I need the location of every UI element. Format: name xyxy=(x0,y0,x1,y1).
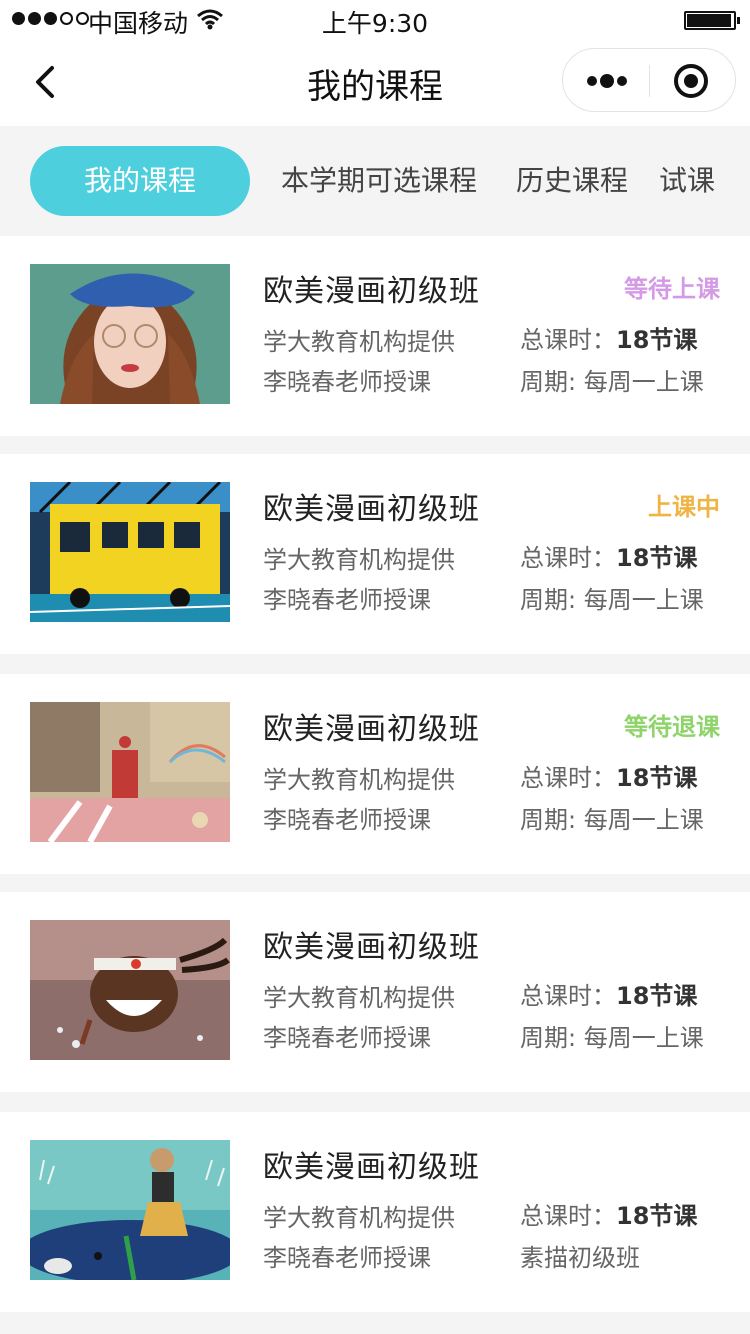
hours-value: 18节课 xyxy=(616,764,698,792)
course-title: 欧美漫画初级班 xyxy=(263,1150,480,1185)
status-bar: 中国移动 上午9:30 xyxy=(0,0,750,40)
course-period: 素描初级班 xyxy=(520,1244,640,1272)
capsule-divider xyxy=(649,65,650,97)
hours-value: 18节课 xyxy=(616,1202,698,1230)
course-teacher: 李晓春老师授课 xyxy=(263,1024,431,1052)
course-period: 周期: 每周一上课 xyxy=(520,1024,704,1052)
mini-program-capsule xyxy=(562,48,736,112)
course-thumbnail xyxy=(30,264,230,404)
tab-trial-courses[interactable]: 试课 xyxy=(659,146,715,216)
more-dots-icon[interactable] xyxy=(585,69,629,93)
course-thumbnail xyxy=(30,702,230,842)
course-title: 欧美漫画初级班 xyxy=(263,492,480,527)
hours-label: 总课时： xyxy=(520,982,616,1010)
course-card[interactable]: 欧美漫画初级班 等待上课 学大教育机构提供 李晓春老师授课 总课时：18节课 周… xyxy=(0,236,750,436)
course-hours: 总课时：18节课 xyxy=(520,758,697,793)
hours-label: 总课时： xyxy=(520,1202,616,1230)
course-card[interactable]: 欧美漫画初级班 学大教育机构提供 李晓春老师授课 总课时：18节课 周期: 每周… xyxy=(0,892,750,1092)
course-provider: 学大教育机构提供 xyxy=(263,1204,455,1232)
hours-label: 总课时： xyxy=(520,544,616,572)
hours-label: 总课时： xyxy=(520,764,616,792)
tab-semester-courses[interactable]: 本学期可选课程 xyxy=(281,146,477,216)
hours-value: 18节课 xyxy=(616,544,698,572)
course-card[interactable]: 欧美漫画初级班 等待退课 学大教育机构提供 李晓春老师授课 总课时：18节课 周… xyxy=(0,674,750,874)
course-card[interactable]: 欧美漫画初级班 学大教育机构提供 李晓春老师授课 总课时：18节课 素描初级班 xyxy=(0,1112,750,1312)
course-teacher: 李晓春老师授课 xyxy=(263,368,431,396)
course-provider: 学大教育机构提供 xyxy=(263,766,455,794)
course-teacher: 李晓春老师授课 xyxy=(263,1244,431,1272)
navigation-bar: 我的课程 xyxy=(0,40,750,126)
course-title: 欧美漫画初级班 xyxy=(263,274,480,309)
course-period: 周期: 每周一上课 xyxy=(520,806,704,834)
course-period: 周期: 每周一上课 xyxy=(520,586,704,614)
course-tabs: 我的课程 本学期可选课程 历史课程 试课 xyxy=(0,126,750,234)
course-status-badge: 等待退课 xyxy=(624,713,720,741)
course-teacher: 李晓春老师授课 xyxy=(263,586,431,614)
tab-my-courses[interactable]: 我的课程 xyxy=(30,146,250,216)
course-hours: 总课时：18节课 xyxy=(520,538,697,573)
course-thumbnail xyxy=(30,482,230,622)
course-provider: 学大教育机构提供 xyxy=(263,984,455,1012)
course-provider: 学大教育机构提供 xyxy=(263,328,455,356)
course-title: 欧美漫画初级班 xyxy=(263,930,480,965)
course-thumbnail xyxy=(30,920,230,1060)
course-period: 周期: 每周一上课 xyxy=(520,368,704,396)
battery-icon xyxy=(684,11,740,30)
course-hours: 总课时：18节课 xyxy=(520,320,697,355)
course-status-badge: 等待上课 xyxy=(624,275,720,303)
course-provider: 学大教育机构提供 xyxy=(263,546,455,574)
hours-value: 18节课 xyxy=(616,982,698,1010)
hours-label: 总课时： xyxy=(520,326,616,354)
course-card[interactable]: 欧美漫画初级班 上课中 学大教育机构提供 李晓春老师授课 总课时：18节课 周期… xyxy=(0,454,750,654)
course-title: 欧美漫画初级班 xyxy=(263,712,480,747)
tab-history-courses[interactable]: 历史课程 xyxy=(516,146,628,216)
course-teacher: 李晓春老师授课 xyxy=(263,806,431,834)
course-hours: 总课时：18节课 xyxy=(520,976,697,1011)
target-close-icon[interactable] xyxy=(673,63,709,99)
course-status-badge: 上课中 xyxy=(648,493,720,521)
clock: 上午9:30 xyxy=(321,9,429,38)
hours-value: 18节课 xyxy=(616,326,698,354)
course-thumbnail xyxy=(30,1140,230,1280)
course-hours: 总课时：18节课 xyxy=(520,1196,697,1231)
